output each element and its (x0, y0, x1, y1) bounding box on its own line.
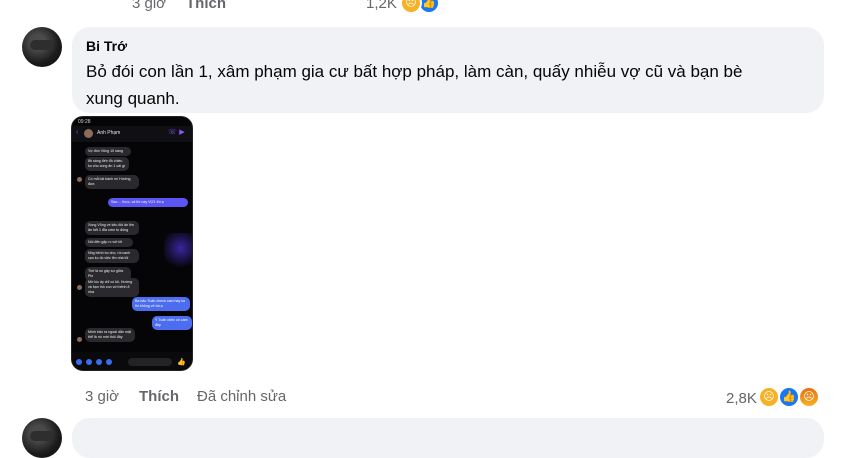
chat-message: Nói đến gặp rc với tôi (85, 238, 133, 247)
comment-text-line: Bỏ đói con lần 1, xâm phạm gia cư bất hợ… (86, 62, 743, 81)
like-button[interactable]: Thích (139, 388, 179, 405)
phone-status-time: 09:28 (78, 119, 91, 125)
chat-message: Xong Vũng về kêu đói ăn lên ăn hết 1 đĩa… (85, 221, 139, 235)
chat-message: Vợ đón Vũng 10 sáng (85, 147, 131, 156)
message-input (128, 358, 172, 366)
decorative-glow (164, 233, 192, 271)
comment-time[interactable]: 3 giờ (85, 388, 119, 405)
sad-icon: ☹ (400, 0, 422, 14)
call-icon: ☏ (168, 129, 177, 136)
chat-message: 8h sáng đến đh chiều ko cho xúng ăn 1 cá… (85, 157, 129, 171)
reaction-summary[interactable]: ☹ 👍 ☹ (758, 386, 822, 408)
camera-icon (86, 359, 92, 365)
reaction-count[interactable]: 2,8K (726, 390, 757, 407)
chat-message: Ba bảo Tuấn check cam hay ko thì không v… (132, 297, 190, 311)
sender-avatar (77, 177, 82, 182)
like-icon: 👍 (778, 386, 800, 408)
contact-name: Anh Phạm (97, 130, 121, 136)
previous-like-button[interactable]: Thích (186, 0, 226, 12)
apps-icon (76, 359, 82, 365)
video-icon: ▶ (179, 129, 185, 136)
comment-text: Bỏ đói con lần 1, xâm phạm gia cư bất hợ… (86, 58, 806, 112)
previous-reaction-count[interactable]: 1,2K (366, 0, 397, 12)
attached-screenshot[interactable]: 09:28 ‹ Anh Phạm ☏ ▶ Vợ đón Vũng 10 sáng… (71, 116, 193, 371)
thumbs-up-icon: 👍 (177, 359, 186, 366)
chat-message: Mình bảo ra ngoài dẫn mặt thể là nó mời … (85, 328, 135, 342)
next-comment-bubble (72, 418, 824, 458)
image-icon (96, 359, 102, 365)
sad-icon: ☹ (758, 386, 780, 408)
edited-label: Đã chỉnh sửa (197, 388, 287, 405)
previous-comment-time: 3 giờ (132, 0, 167, 12)
back-arrow-icon: ‹ (76, 129, 79, 136)
comment-author[interactable]: Bi Trớ (86, 38, 127, 54)
previous-reactions[interactable]: 👍 ☹ (398, 0, 442, 14)
next-comment-avatar[interactable] (22, 418, 62, 458)
sender-avatar (77, 285, 82, 290)
comment-text-line: xung quanh. (86, 89, 180, 108)
chat-message: Mờ lúc ấy chỉ có tôi, Hường và bạn thô c… (85, 278, 139, 297)
chat-message: Có mỗi lát bánh mì Hướng đưa (85, 175, 139, 189)
mic-icon (106, 359, 112, 365)
chat-message: Ý Tuấn chéc có cam đây (152, 316, 192, 330)
angry-icon: ☹ (798, 386, 820, 408)
chat-message: Sao ... thực, và thì nay VỢ1 thì ạ (108, 198, 188, 207)
sender-avatar (77, 337, 82, 342)
chat-message: Nhg bênh bo cho, rồi canh cạn ko đc việc… (85, 249, 139, 263)
contact-avatar (84, 129, 93, 138)
avatar[interactable] (22, 27, 62, 67)
